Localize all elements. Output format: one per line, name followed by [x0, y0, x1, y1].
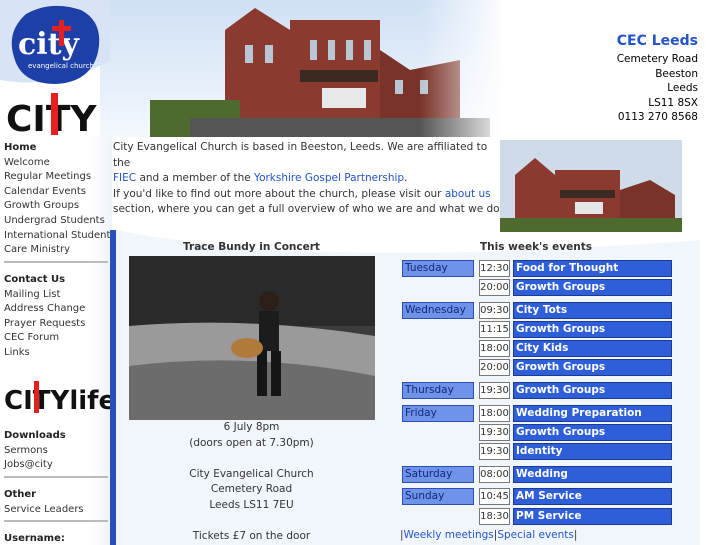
nav-divider [4, 260, 108, 263]
event-time: 18:00 [479, 405, 510, 422]
login-section: Username: [4, 532, 108, 545]
ygp-link[interactable]: Yorkshire Gospel Partnership [254, 172, 404, 184]
church-photo [500, 140, 682, 232]
church-address: Cemetery Road Beeston Leeds LS11 8SX 011… [617, 52, 698, 125]
event-name[interactable]: Growth Groups [513, 321, 672, 338]
nav-care-ministry[interactable]: Care Ministry [4, 243, 108, 258]
event-name[interactable]: City Tots [513, 302, 672, 319]
event-time: 12:30 [479, 260, 510, 277]
event-name[interactable]: Growth Groups [513, 382, 672, 399]
nav-regular-meetings[interactable]: Regular Meetings [4, 170, 108, 185]
intro-text-part: section, where you can get a full overvi… [113, 203, 503, 215]
events-title: This week's events [479, 241, 593, 253]
event-name[interactable]: Wedding [513, 466, 672, 483]
phone-number: 0113 270 8568 [617, 111, 698, 124]
nav-welcome[interactable]: Welcome [4, 156, 108, 171]
event-time: 19:30 [479, 443, 510, 460]
event-time: 19:30 [479, 382, 510, 399]
citylife-text: CITYlife [4, 386, 110, 416]
nav-divider [4, 475, 108, 478]
sidebar-nav: Home Welcome Regular Meetings Calendar E… [0, 137, 116, 545]
event-time: 10:45 [479, 488, 510, 505]
nav-sermons[interactable]: Sermons [4, 444, 108, 459]
nav-service-leaders[interactable]: Service Leaders [4, 503, 108, 518]
event-day: Tuesday [402, 260, 474, 277]
event-name[interactable]: City Kids [513, 340, 672, 357]
nav-growth-groups[interactable]: Growth Groups [4, 199, 108, 214]
event-time: 08:00 [479, 466, 510, 483]
concert-doors: (doors open at 7.30pm) [189, 436, 314, 449]
event-time: 19:30 [479, 424, 510, 441]
nav-undergrad-students[interactable]: Undergrad Students [4, 214, 108, 229]
event-day: Sunday [402, 488, 474, 505]
nav-calendar-events[interactable]: Calendar Events [4, 185, 108, 200]
about-us-link[interactable]: about us [445, 188, 491, 200]
citylife-logo[interactable]: CITYlife [4, 377, 110, 417]
logo-subtext: evangelical church [28, 62, 94, 70]
city-logo[interactable]: city evangelical church [6, 2, 104, 92]
address-line: Beeston [655, 67, 698, 80]
nav-address-change[interactable]: Address Change [4, 302, 108, 317]
nav-section-downloads: Downloads Sermons Jobs@city [4, 429, 108, 478]
event-name[interactable]: Identity [513, 443, 672, 460]
nav-mailing-list[interactable]: Mailing List [4, 288, 108, 303]
nav-heading-other: Other [4, 489, 37, 500]
nav-prayer-requests[interactable]: Prayer Requests [4, 317, 108, 332]
nav-section-main: Home Welcome Regular Meetings Calendar E… [4, 141, 116, 263]
concert-photo [129, 256, 375, 420]
concert-address: Leeds LS11 7EU [209, 498, 294, 511]
special-events-link[interactable]: Special events [497, 529, 574, 541]
concert-address: Cemetery Road [210, 483, 293, 495]
username-label: Username: [4, 533, 65, 544]
event-time: 20:00 [479, 359, 510, 376]
intro-text-part: If you'd like to find out more about the… [113, 187, 442, 200]
event-time: 18:00 [479, 340, 510, 357]
event-day: Thursday [402, 382, 474, 399]
nav-home[interactable]: Home [4, 141, 108, 156]
event-name[interactable]: PM Service [513, 508, 672, 525]
event-name[interactable]: Growth Groups [513, 424, 672, 441]
event-day: Wednesday [402, 302, 474, 319]
address-line: LS11 8SX [648, 96, 698, 109]
concert-venue: City Evangelical Church [189, 467, 314, 480]
event-time: 18:30 [479, 508, 510, 525]
nav-heading-contact: Contact Us [4, 274, 66, 285]
event-name[interactable]: Food for Thought [513, 260, 672, 277]
church-name: CEC Leeds [616, 33, 698, 49]
nav-cec-forum[interactable]: CEC Forum [4, 331, 108, 346]
nav-divider [4, 520, 108, 523]
nav-jobs[interactable]: Jobs@city [4, 458, 108, 473]
intro-text-part: City Evangelical Church is based in Bees… [113, 141, 488, 169]
weekly-meetings-link[interactable]: Weekly meetings [404, 529, 494, 541]
nav-links[interactable]: Links [4, 346, 108, 361]
events-links: |Weekly meetings|Special events| [400, 529, 578, 541]
logo-text: city [18, 27, 81, 62]
event-time: 11:15 [479, 321, 510, 338]
concert-details: 6 July 8pm (doors open at 7.30pm) City E… [125, 420, 378, 544]
nav-section-other: Other Service Leaders [4, 488, 108, 523]
event-name[interactable]: Growth Groups [513, 279, 672, 296]
event-name[interactable]: AM Service [513, 488, 672, 505]
header-banner: city evangelical church CITY CEC Leeds C… [0, 0, 727, 137]
intro-text: City Evangelical Church is based in Bees… [113, 140, 503, 218]
event-day: Saturday [402, 466, 474, 483]
nav-international-students[interactable]: International Students [4, 229, 116, 244]
event-day: Friday [402, 405, 474, 422]
address-line: Cemetery Road [616, 53, 698, 65]
event-time: 09:30 [479, 302, 510, 319]
city-wordmark: CITY [6, 93, 97, 135]
concert-tickets: Tickets £7 on the door [192, 529, 311, 542]
concert-title: Trace Bundy in Concert [183, 241, 320, 253]
concert-date: 6 July 8pm [223, 421, 280, 433]
fiec-link[interactable]: FIEC [113, 172, 136, 184]
page: city evangelical church CITY CEC Leeds C… [0, 0, 727, 545]
event-name[interactable]: Wedding Preparation [513, 405, 672, 422]
nav-heading-downloads: Downloads [4, 430, 66, 441]
address-line: Leeds [667, 82, 698, 95]
intro-text-part: . [404, 172, 408, 184]
event-time: 20:00 [479, 279, 510, 296]
event-name[interactable]: Growth Groups [513, 359, 672, 376]
nav-section-contact: Contact Us Mailing List Address Change P… [4, 273, 108, 360]
intro-text-part: and a member of the [139, 172, 251, 184]
